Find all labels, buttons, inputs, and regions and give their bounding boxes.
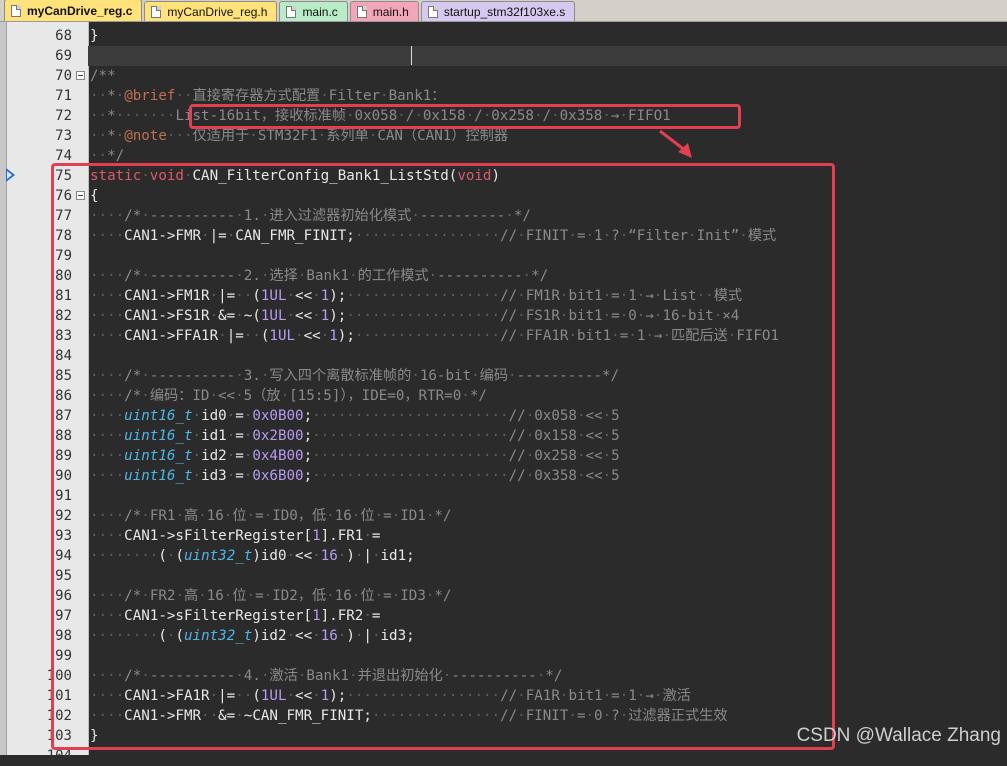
code-token: 系列单 (326, 128, 369, 144)
code-token: CAN（CAN1）控制器 (377, 128, 509, 144)
code-token: · (380, 88, 389, 104)
file-icon (286, 5, 297, 18)
line-number: 72 (55, 108, 72, 124)
code-line[interactable]: 71 ··*·@brief··直接寄存器方式配置·Filter·Bank1： (0, 86, 1007, 106)
code-token: ·· (90, 88, 108, 104)
code-token: Bank1 (388, 88, 432, 104)
code-text: ··*·@brief··直接寄存器方式配置·Filter·Bank1： (90, 86, 446, 106)
code-token: ·· (90, 148, 108, 164)
code-token: ·· (175, 88, 193, 104)
code-token: · (317, 128, 327, 144)
editor-tab-bar: myCanDrive_reg.c myCanDrive_reg.h main.c ma… (0, 0, 1007, 22)
tab-2[interactable]: main.c (279, 1, 348, 21)
code-token: * (107, 88, 116, 104)
code-token: · (115, 128, 125, 144)
fold-toggle-icon[interactable] (76, 71, 85, 80)
code-token: * (107, 108, 116, 124)
text-cursor (411, 46, 412, 65)
code-token: * (107, 128, 116, 144)
code-token: /** (90, 68, 116, 84)
code-line[interactable]: 73 ··*·@note···仅适用于·STM32F1·系列单·CAN（CAN1）… (0, 126, 1007, 146)
code-token: @note (124, 128, 167, 144)
current-line-marker-icon (6, 168, 15, 182)
annotation-box-function (51, 163, 835, 750)
code-token: · (320, 88, 329, 104)
code-line[interactable]: 68} (0, 26, 1007, 46)
file-icon (356, 5, 367, 18)
tab-label: main.c (302, 4, 338, 19)
line-number: 71 (55, 88, 72, 104)
tab-3[interactable]: main.h (349, 1, 419, 21)
file-icon (151, 5, 162, 18)
line-number: 69 (55, 48, 72, 64)
tab-label: myCanDrive_reg.h (167, 4, 268, 19)
code-line[interactable]: 69 (55, 46, 1007, 66)
code-token: Filter (328, 88, 381, 104)
tab-label: startup_stm32f103xe.s (443, 4, 566, 19)
code-token: } (90, 28, 99, 44)
code-token: 仅适用于 (192, 128, 250, 144)
tab-1[interactable]: myCanDrive_reg.h (144, 1, 278, 21)
file-icon (11, 4, 21, 17)
code-text: } (90, 26, 99, 46)
line-number: 73 (55, 128, 72, 144)
file-icon (427, 5, 438, 18)
code-token: ·· (90, 128, 108, 144)
tab-label: myCanDrive_reg.c (27, 3, 133, 18)
code-token: @brief (124, 88, 176, 104)
code-line[interactable]: 70 /** (0, 66, 1007, 86)
code-token: ··· (166, 128, 193, 144)
code-text: ··*·@note···仅适用于·STM32F1·系列单·CAN（CAN1）控制… (90, 126, 508, 146)
line-number: 70 (55, 68, 72, 84)
code-token: ·· (90, 108, 108, 124)
tab-0[interactable]: myCanDrive_reg.c (4, 0, 143, 21)
code-token: */ (107, 148, 125, 164)
tab-4[interactable]: startup_stm32f103xe.s (420, 1, 576, 21)
tab-label: main.h (372, 4, 409, 19)
code-token: · (115, 88, 125, 104)
code-token: ： (431, 88, 446, 104)
annotation-box-comment (189, 104, 741, 129)
line-number: 68 (55, 28, 72, 44)
code-token: · (249, 128, 258, 144)
code-text: /** (90, 66, 116, 86)
watermark-text: CSDN @Wallace Zhang (796, 725, 1001, 746)
code-token: ······· (115, 108, 176, 124)
code-token: 直接寄存器方式配置 (192, 88, 321, 104)
code-token: STM32F1 (257, 128, 318, 144)
